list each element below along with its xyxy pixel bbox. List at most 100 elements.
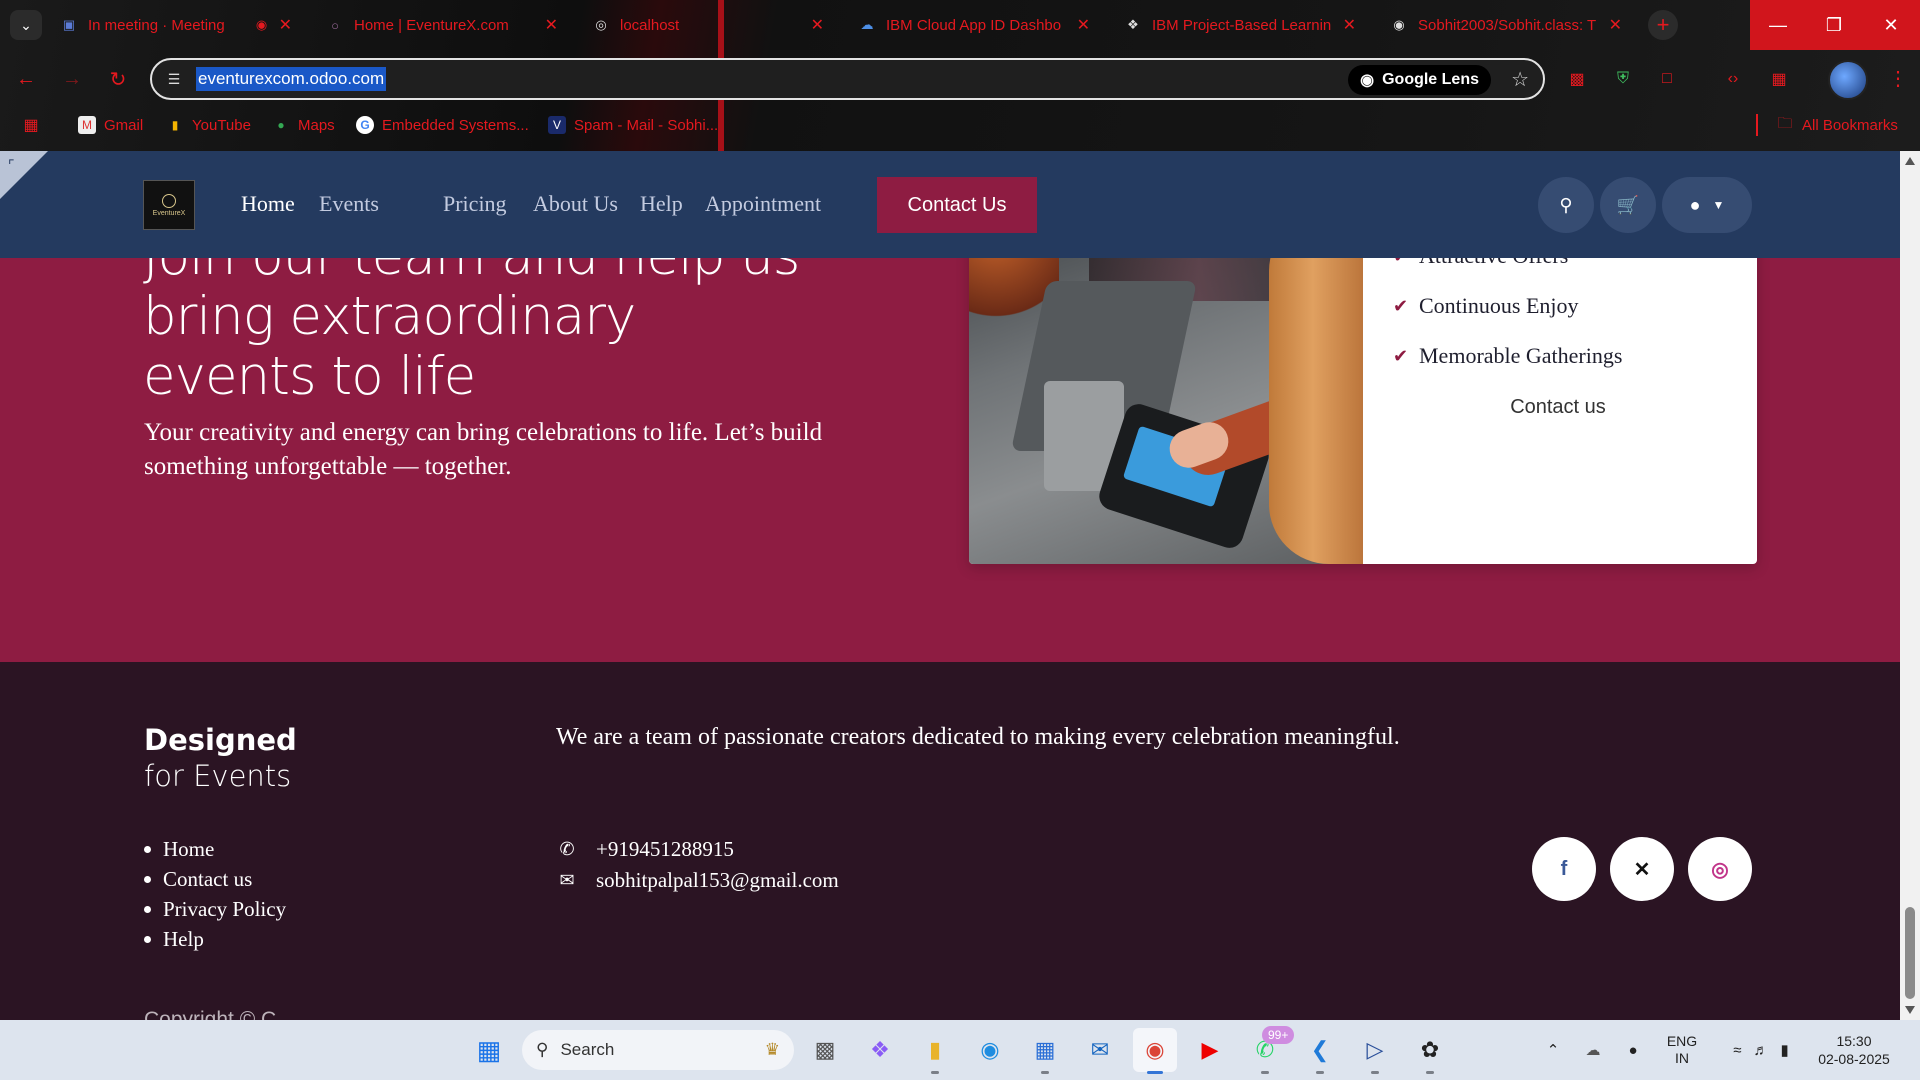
microphone-status[interactable]: ● — [1620, 1020, 1646, 1080]
chrome-button[interactable]: ◉ — [1133, 1028, 1177, 1074]
odoo-icon: ○ — [331, 17, 339, 33]
page-scrollbar[interactable] — [1900, 151, 1920, 1020]
scroll-down-icon[interactable] — [1905, 1006, 1915, 1014]
site-logo[interactable]: EventureX — [143, 180, 195, 230]
all-bookmarks-label: All Bookmarks — [1802, 116, 1898, 134]
tab-eventurex[interactable]: ○ Home | EventureX.com ✕ — [316, 6, 568, 44]
extension-translate-icon[interactable]: ▦ — [1766, 66, 1792, 92]
minimize-button[interactable]: — — [1750, 0, 1806, 50]
extension-code-icon[interactable]: ‹› — [1720, 66, 1746, 92]
edge-button[interactable]: ◉ — [968, 1028, 1012, 1072]
copilot-button[interactable]: ❖ — [858, 1028, 902, 1072]
tab-search-button[interactable]: ⌄ — [10, 10, 42, 40]
url-text[interactable]: eventurexcom.odoo.com — [196, 67, 387, 91]
menu-icon[interactable]: ⋮ — [1888, 66, 1908, 91]
user-menu-button[interactable]: ● ▼ — [1662, 177, 1752, 233]
bookmark-gmail[interactable]: M Gmail — [78, 114, 143, 136]
extension-shield-icon[interactable]: ⛨ — [1610, 66, 1636, 92]
footer-brand-line1: Designed — [144, 723, 297, 757]
chrome-icon: ◉ — [1145, 1037, 1165, 1062]
store-button[interactable]: ▦ — [1023, 1028, 1067, 1074]
nav-appointment[interactable]: Appointment — [705, 191, 821, 217]
search-button[interactable]: ⚲ — [1538, 177, 1594, 233]
close-tab-icon[interactable]: ✕ — [279, 15, 292, 35]
close-tab-icon[interactable]: ✕ — [811, 15, 824, 35]
profile-avatar[interactable] — [1828, 60, 1868, 100]
new-tab-button[interactable]: + — [1648, 10, 1678, 40]
tab-ibm-learning[interactable]: ❖ IBM Project-Based Learnin ✕ — [1114, 6, 1366, 44]
bookmark-embedded[interactable]: G Embedded Systems... — [356, 114, 529, 136]
close-tab-icon[interactable]: ✕ — [1609, 15, 1622, 35]
vscode-button[interactable]: ❮ — [1298, 1028, 1342, 1074]
footer-link-contact[interactable]: Contact us — [144, 864, 286, 894]
logo-emblem — [162, 193, 176, 208]
nav-pricing[interactable]: Pricing — [443, 191, 507, 217]
apps-icon[interactable]: ▦ — [22, 114, 40, 136]
close-tab-icon[interactable]: ✕ — [1343, 15, 1356, 35]
bookmark-spam-mail[interactable]: V Spam - Mail - Sobhi... — [548, 114, 718, 136]
nav-events[interactable]: Events — [319, 191, 379, 217]
card-contact-link[interactable]: Contact us — [1393, 396, 1723, 419]
instagram-button[interactable]: ◎ — [1688, 837, 1752, 901]
clock[interactable]: 15:30 02-08-2025 — [1812, 1020, 1896, 1080]
nav-help[interactable]: Help — [640, 191, 683, 217]
all-bookmarks[interactable]: 🗀 All Bookmarks — [1776, 114, 1898, 136]
close-tab-icon[interactable]: ✕ — [1077, 15, 1090, 35]
tab-ibm-cloud[interactable]: ☁ IBM Cloud App ID Dashbo ✕ — [848, 6, 1100, 44]
task-view-button[interactable]: ▩ — [803, 1028, 847, 1072]
feature-label: Continuous Enjoy — [1419, 293, 1579, 318]
taskbar-search[interactable]: ⚲ Search ♛ — [522, 1030, 794, 1070]
address-bar[interactable]: ☰ eventurexcom.odoo.com ◉ Google Lens ☆ — [150, 58, 1545, 100]
facebook-button[interactable]: f — [1532, 837, 1596, 901]
tab-localhost[interactable]: ◎ localhost ✕ — [582, 6, 834, 44]
nav-about-us[interactable]: About Us — [533, 191, 618, 217]
forward-button[interactable]: → — [58, 65, 86, 93]
start-button[interactable]: ▦ — [467, 1028, 511, 1072]
contact-us-button[interactable]: Contact Us — [877, 177, 1037, 233]
footer-tagline: We are a team of passionate creators ded… — [556, 724, 1400, 750]
search-icon: ⚲ — [536, 1040, 549, 1059]
extension-vm-icon[interactable]: ▩ — [1564, 66, 1590, 92]
onedrive-status[interactable]: ☁ — [1578, 1020, 1608, 1080]
phone-row[interactable]: ✆ +919451288915 — [556, 834, 839, 865]
email-address: sobhitpalpal153@gmail.com — [596, 868, 839, 892]
maps-icon: ● — [277, 118, 285, 132]
site-info-icon[interactable]: ☰ — [164, 69, 184, 89]
extension-puzzle-icon[interactable]: □ — [1654, 66, 1680, 92]
restore-button[interactable]: ❐ — [1806, 0, 1862, 50]
bookmarks-bar: ▦ M Gmail ▮ YouTube ● Maps G Embedded Sy… — [0, 108, 1920, 142]
reload-button[interactable]: ↻ — [104, 65, 132, 93]
volume-icon: ♬ — [1753, 1041, 1769, 1059]
youtube-app-button[interactable]: ▶ — [1188, 1028, 1232, 1072]
footer-link-help[interactable]: Help — [144, 924, 286, 954]
bookmark-star-icon[interactable]: ☆ — [1511, 67, 1529, 92]
back-button[interactable]: ← — [12, 65, 40, 93]
email-row[interactable]: ✉ sobhitpalpal153@gmail.com — [556, 865, 839, 896]
outlook-icon: ✉ — [1090, 1037, 1110, 1062]
globe-icon: ◎ — [595, 17, 607, 32]
chatgpt-button[interactable]: ✿ — [1408, 1028, 1452, 1074]
tab-title: Sobhit2003/Sobhit.class: T — [1418, 16, 1597, 34]
page-viewport: Join our team and help us bring extraord… — [0, 151, 1900, 1020]
tab-github[interactable]: ◉ Sobhit2003/Sobhit.class: T ✕ — [1380, 6, 1632, 44]
file-explorer-button[interactable]: ▮ — [913, 1028, 957, 1074]
bookmark-maps[interactable]: ● Maps — [272, 114, 334, 136]
bookmark-youtube[interactable]: ▮ YouTube — [166, 114, 251, 136]
tab-meeting[interactable]: ▣ In meeting · Meeting ◉ ✕ — [50, 6, 302, 44]
quick-settings[interactable]: ≈ ♬ ▮ — [1716, 1020, 1806, 1080]
close-tab-icon[interactable]: ✕ — [545, 15, 558, 35]
footer-link-home[interactable]: Home — [144, 834, 286, 864]
x-button[interactable]: ✕ — [1610, 837, 1674, 901]
footer-link-privacy[interactable]: Privacy Policy — [144, 894, 286, 924]
scroll-thumb[interactable] — [1905, 907, 1915, 999]
cart-button[interactable]: 🛒 — [1600, 177, 1656, 233]
chevron-up-icon: ⌃ — [1546, 1042, 1560, 1059]
google-lens-button[interactable]: ◉ Google Lens — [1348, 65, 1491, 95]
outlook-button[interactable]: ✉ — [1078, 1028, 1122, 1072]
show-hidden-icons[interactable]: ⌃ — [1540, 1020, 1566, 1080]
language-indicator[interactable]: ENG IN — [1662, 1020, 1702, 1080]
scroll-up-icon[interactable] — [1905, 157, 1915, 165]
powershell-button[interactable]: ▷ — [1353, 1028, 1397, 1074]
nav-home[interactable]: Home — [241, 191, 295, 217]
close-window-button[interactable]: ✕ — [1862, 0, 1920, 50]
